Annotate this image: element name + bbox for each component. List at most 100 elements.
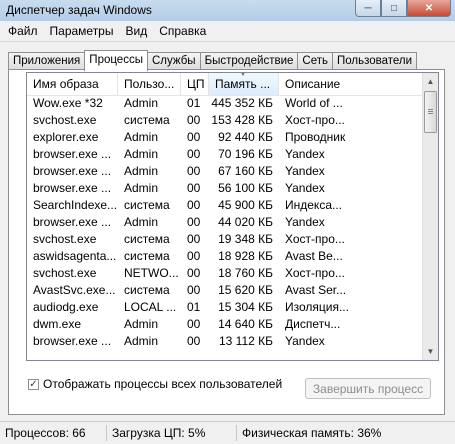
cell-cpu: 00 — [187, 164, 201, 178]
menu-options[interactable]: Параметры — [44, 24, 120, 38]
tab-services[interactable]: Службы — [146, 52, 201, 70]
cell-memory: 19 348 КБ — [218, 232, 273, 246]
table-row[interactable]: Wow.exe *32 Admin 01 445 352 КБ World of ... — [27, 95, 424, 112]
column-image-name[interactable]: Имя образа — [27, 73, 118, 95]
cell-user: Admin — [124, 147, 159, 161]
cell-user: система — [124, 283, 170, 297]
cell-image-name: browser.exe ... — [33, 215, 112, 229]
process-list[interactable]: Имя образа Пользо... ЦП ▼ Память ... Опи… — [26, 72, 439, 361]
menu-view[interactable]: Вид — [119, 24, 153, 38]
table-row[interactable]: AvastSvc.exe... система 00 15 620 КБ Avast S… — [27, 282, 424, 299]
menu-help[interactable]: Справка — [153, 24, 212, 38]
cell-image-name: svchost.exe — [33, 232, 97, 246]
cell-image-name: svchost.exe — [33, 113, 97, 127]
minimize-button[interactable]: ─ — [355, 0, 381, 17]
tab-performance[interactable]: Быстродействие — [199, 52, 299, 70]
cell-memory: 67 160 КБ — [218, 164, 273, 178]
cell-user: система — [124, 249, 170, 263]
table-row[interactable]: browser.exe ... Admin 00 56 100 КБ Yandex — [27, 180, 424, 197]
cell-user: NETWO... — [124, 266, 179, 280]
column-user[interactable]: Пользо... — [118, 73, 181, 95]
table-row[interactable]: browser.exe ... Admin 00 70 196 КБ Yandex — [27, 146, 424, 163]
cell-image-name: Wow.exe *32 — [33, 96, 103, 110]
title-bar: Диспетчер задач Windows ─ □ ✕ — [0, 0, 455, 21]
cell-description: Изоляция... — [285, 300, 349, 314]
cell-user: система — [124, 113, 170, 127]
table-row[interactable]: aswidsagenta... система 00 18 928 КБ Avast B… — [27, 248, 424, 265]
cell-image-name: browser.exe ... — [33, 334, 112, 348]
scroll-down-icon[interactable]: ▼ — [423, 343, 438, 360]
table-row[interactable]: browser.exe ... Admin 00 44 020 КБ Yandex — [27, 214, 424, 231]
cell-description: Avast Ser... — [285, 283, 347, 297]
cell-cpu: 01 — [187, 300, 201, 314]
cell-cpu: 00 — [187, 130, 201, 144]
show-all-processes[interactable]: ✓ Отображать процессы всех пользователей — [28, 377, 282, 391]
cell-user: Admin — [124, 164, 159, 178]
status-bar: Процессов: 66 Загрузка ЦП: 5% Физическая… — [0, 421, 455, 444]
column-cpu[interactable]: ЦП — [181, 73, 209, 95]
cell-description: Хост-про... — [285, 232, 345, 246]
close-button[interactable]: ✕ — [407, 0, 451, 17]
sort-desc-icon: ▼ — [239, 73, 247, 78]
show-all-checkbox[interactable]: ✓ — [28, 378, 39, 390]
process-rows: Wow.exe *32 Admin 01 445 352 КБ World of ...… — [27, 95, 424, 350]
cell-user: Admin — [124, 215, 159, 229]
cell-memory: 56 100 КБ — [218, 181, 273, 195]
table-row[interactable]: svchost.exe NETWO... 00 18 760 КБ Хост-про..… — [27, 265, 424, 282]
cell-image-name: explorer.exe — [33, 130, 99, 144]
table-row[interactable]: dwm.exe Admin 00 14 640 КБ Диспетч... — [27, 316, 424, 333]
cell-image-name: audiodg.exe — [33, 300, 99, 314]
cell-description: Yandex — [285, 215, 325, 229]
cell-memory: 44 020 КБ — [218, 215, 273, 229]
cell-memory: 14 640 КБ — [218, 317, 273, 331]
tab-processes[interactable]: Процессы — [84, 50, 148, 71]
cell-cpu: 00 — [187, 249, 201, 263]
list-header: Имя образа Пользо... ЦП ▼ Память ... Опи… — [27, 73, 424, 96]
table-row[interactable]: svchost.exe система 00 19 348 КБ Хост-про... — [27, 231, 424, 248]
maximize-button[interactable]: □ — [381, 0, 407, 17]
cell-memory: 45 900 КБ — [218, 198, 273, 212]
tab-network[interactable]: Сеть — [297, 52, 333, 70]
table-row[interactable]: browser.exe ... Admin 00 67 160 КБ Yandex — [27, 163, 424, 180]
scroll-up-icon[interactable]: ▲ — [423, 73, 438, 90]
menu-file[interactable]: Файл — [0, 24, 44, 38]
cell-memory: 70 196 КБ — [218, 147, 273, 161]
cell-user: Admin — [124, 96, 159, 110]
cell-user: Admin — [124, 181, 159, 195]
status-cpu: Загрузка ЦП: 5% — [107, 425, 237, 441]
scroll-thumb[interactable] — [424, 91, 437, 133]
tab-users[interactable]: Пользователи — [332, 52, 418, 70]
cell-description: Avast Be... — [285, 249, 343, 263]
table-row[interactable]: svchost.exe система 00 153 428 КБ Хост-про..… — [27, 112, 424, 129]
vertical-scrollbar[interactable]: ▲ ▼ — [422, 73, 438, 360]
cell-cpu: 00 — [187, 215, 201, 229]
cell-description: Yandex — [285, 147, 325, 161]
cell-user: система — [124, 198, 170, 212]
table-row[interactable]: SearchIndexe... система 00 45 900 КБ Индекса… — [27, 197, 424, 214]
client-area: Приложения Процессы Службы Быстродействи… — [0, 42, 455, 421]
column-description[interactable]: Описание — [279, 73, 349, 95]
column-memory[interactable]: ▼ Память ... — [209, 73, 279, 95]
table-row[interactable]: audiodg.exe LOCAL ... 01 15 304 КБ Изоляция.… — [27, 299, 424, 316]
cell-memory: 15 620 КБ — [218, 283, 273, 297]
cell-memory: 153 428 КБ — [211, 113, 273, 127]
cell-memory: 13 112 КБ — [218, 334, 273, 348]
table-row[interactable]: browser.exe ... Admin 00 13 112 КБ Yandex — [27, 333, 424, 350]
table-row[interactable]: explorer.exe Admin 00 92 440 КБ Проводник — [27, 129, 424, 146]
cell-cpu: 00 — [187, 266, 201, 280]
cell-image-name: browser.exe ... — [33, 164, 112, 178]
cell-memory: 18 928 КБ — [218, 249, 273, 263]
window-controls: ─ □ ✕ — [355, 0, 451, 17]
menu-bar: Файл Параметры Вид Справка — [0, 21, 455, 42]
window-title: Диспетчер задач Windows — [6, 3, 152, 17]
cell-image-name: svchost.exe — [33, 266, 97, 280]
column-memory-label: Память ... — [215, 77, 271, 91]
minimize-icon: ─ — [364, 2, 372, 14]
checkmark-icon: ✓ — [29, 378, 38, 390]
end-process-button[interactable]: Завершить процесс — [305, 378, 431, 399]
cell-cpu: 01 — [187, 96, 201, 110]
cell-cpu: 00 — [187, 198, 201, 212]
tab-applications[interactable]: Приложения — [8, 52, 86, 70]
cell-description: Проводник — [285, 130, 346, 144]
cell-description: Хост-про... — [285, 113, 345, 127]
